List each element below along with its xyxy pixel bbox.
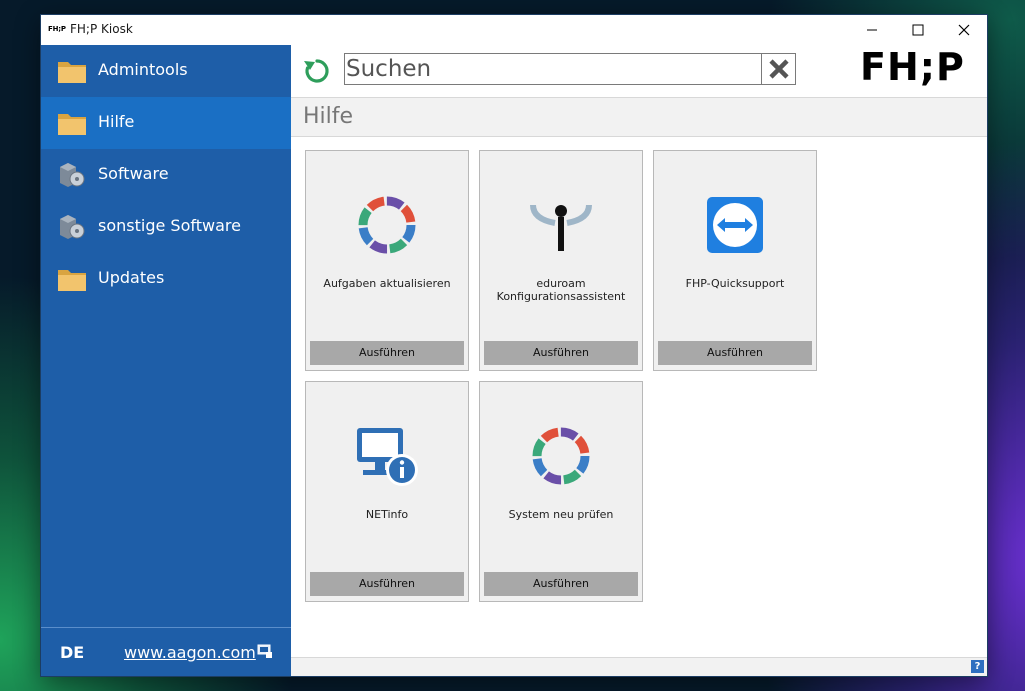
help-icon[interactable]: ? bbox=[971, 660, 984, 673]
run-button[interactable]: Ausführen bbox=[484, 341, 638, 365]
section-header: Hilfe bbox=[291, 97, 987, 137]
tile-label: System neu prüfen bbox=[508, 508, 614, 521]
sidebar-item-label: sonstige Software bbox=[98, 216, 241, 235]
maximize-button[interactable] bbox=[895, 15, 941, 45]
window-title: FH;P Kiosk bbox=[70, 22, 133, 36]
close-button[interactable] bbox=[941, 15, 987, 45]
tile-label: Aufgaben aktualisieren bbox=[323, 277, 451, 290]
clear-icon bbox=[768, 59, 789, 79]
search-box bbox=[344, 53, 796, 85]
software-box-icon bbox=[60, 163, 85, 187]
aagon-link[interactable]: www.aagon.com bbox=[124, 643, 256, 662]
main-content: FH;P Hilfe Aufgaben aktualisieren A bbox=[291, 45, 987, 676]
folder-icon bbox=[58, 114, 86, 135]
top-bar: FH;P bbox=[291, 45, 987, 97]
sidebar-item-label: Admintools bbox=[98, 60, 188, 79]
run-button[interactable]: Ausführen bbox=[484, 572, 638, 596]
tile-system-neu-pruefen: System neu prüfen Ausführen bbox=[479, 381, 643, 602]
run-button[interactable]: Ausführen bbox=[658, 341, 812, 365]
tile-netinfo: NETinfo Ausführen bbox=[305, 381, 469, 602]
maximize-icon bbox=[912, 24, 924, 36]
folder-icon bbox=[58, 62, 86, 83]
fhp-logo: FH;P bbox=[860, 45, 965, 89]
close-icon bbox=[958, 24, 970, 36]
sidebar-item-label: Updates bbox=[98, 268, 165, 287]
search-clear-button[interactable] bbox=[761, 54, 795, 84]
language-selector[interactable]: DE bbox=[60, 643, 84, 662]
sidebar-item-sonstige-software[interactable]: sonstige Software bbox=[41, 201, 291, 253]
refresh-icon[interactable] bbox=[303, 57, 331, 85]
software-box-icon bbox=[60, 215, 85, 239]
title-bar: FH;P FH;P Kiosk bbox=[41, 15, 987, 45]
sidebar-item-hilfe[interactable]: Hilfe bbox=[41, 97, 291, 149]
ring-icon bbox=[358, 196, 416, 254]
sidebar-item-software[interactable]: Software bbox=[41, 149, 291, 201]
eduroam-icon bbox=[530, 204, 592, 251]
sidebar-item-label: Software bbox=[98, 164, 169, 183]
folder-icon bbox=[58, 270, 86, 291]
remote-desktop-icon[interactable] bbox=[257, 643, 273, 659]
tile-eduroam: eduroam Konfigurationsassistent Ausführe… bbox=[479, 150, 643, 371]
sidebar-item-label: Hilfe bbox=[98, 112, 135, 131]
section-title: Hilfe bbox=[303, 104, 354, 129]
tile-aufgaben-aktualisieren: Aufgaben aktualisieren Ausführen bbox=[305, 150, 469, 371]
search-input[interactable] bbox=[345, 54, 764, 84]
tile-label: eduroam Konfigurationsassistent bbox=[496, 277, 626, 303]
tile-label: NETinfo bbox=[365, 508, 409, 521]
run-button[interactable]: Ausführen bbox=[310, 572, 464, 596]
app-icon: FH;P bbox=[48, 25, 66, 33]
teamviewer-icon bbox=[707, 197, 763, 253]
sidebar: Admintools Hilfe Software sonstige Softw… bbox=[41, 45, 291, 676]
ring-icon bbox=[532, 427, 590, 485]
netinfo-icon bbox=[357, 428, 418, 486]
sidebar-footer: DE www.aagon.com bbox=[41, 627, 291, 677]
kiosk-window: FH;P FH;P Kiosk Admintools Hilfe Softwar… bbox=[41, 15, 987, 676]
sidebar-item-admintools[interactable]: Admintools bbox=[41, 45, 291, 97]
sidebar-item-updates[interactable]: Updates bbox=[41, 253, 291, 305]
minimize-icon bbox=[867, 29, 877, 31]
run-button[interactable]: Ausführen bbox=[310, 341, 464, 365]
tile-label: FHP-Quicksupport bbox=[685, 277, 785, 290]
tile-fhp-quicksupport: FHP-Quicksupport Ausführen bbox=[653, 150, 817, 371]
minimize-button[interactable] bbox=[849, 15, 895, 45]
status-bar: ? bbox=[291, 657, 987, 676]
